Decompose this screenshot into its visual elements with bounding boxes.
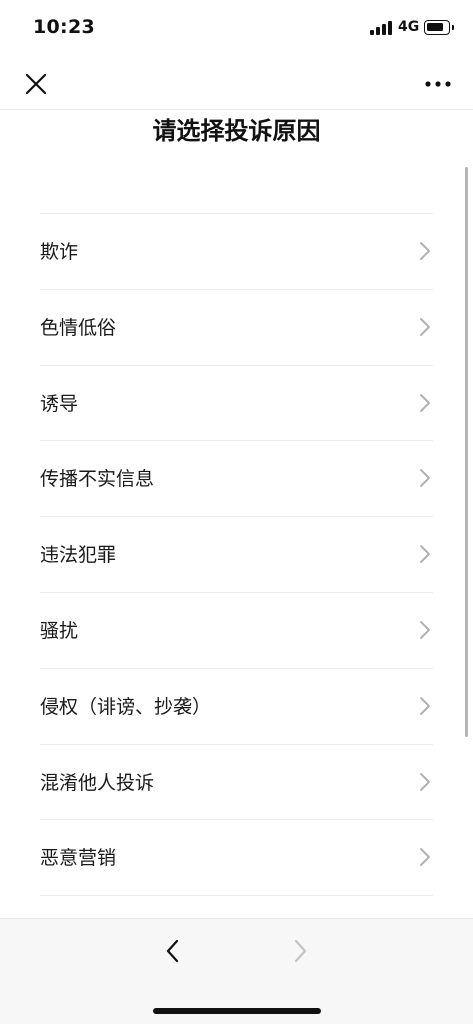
reason-label: 混淆他人投诉	[40, 771, 155, 794]
forward-button[interactable]	[283, 933, 317, 969]
reason-label: 欺诈	[40, 241, 79, 263]
chevron-right-icon	[420, 317, 430, 336]
more-icon	[425, 81, 451, 87]
reason-label: 违法犯罪	[40, 544, 117, 567]
close-icon	[25, 73, 47, 95]
reason-label: 侵权（诽谤、抄袭）	[40, 695, 212, 718]
reason-item-impersonation[interactable]: 混淆他人投诉	[40, 745, 433, 821]
back-button[interactable]	[156, 933, 190, 969]
chevron-right-icon	[420, 393, 430, 412]
reason-item-misinformation[interactable]: 传播不实信息	[40, 441, 433, 518]
reason-item-illegal[interactable]: 违法犯罪	[40, 517, 433, 593]
reason-label: 色情低俗	[40, 316, 117, 339]
page-title: 请选择投诉原因	[152, 117, 321, 145]
battery-level	[427, 23, 443, 31]
scrollbar[interactable]	[465, 167, 468, 737]
status-bar: 10:23 4G	[0, 0, 473, 58]
chevron-right-icon	[420, 848, 430, 867]
close-button[interactable]	[20, 68, 52, 100]
chevron-right-icon	[420, 696, 430, 715]
reason-item-vulgar[interactable]: 色情低俗	[40, 290, 433, 366]
reason-label: 传播不实信息	[40, 468, 155, 491]
complaint-content: 请选择投诉原因 欺诈 色情低俗 诱导 传播不实信息 违法犯罪 骚扰 侵权（诽谤、…	[0, 111, 473, 917]
chevron-right-icon	[420, 620, 430, 639]
chevron-right-icon	[420, 545, 430, 564]
status-time: 10:23	[33, 16, 95, 38]
reason-item-fraud[interactable]: 欺诈	[40, 214, 433, 290]
reason-item-infringement[interactable]: 侵权（诽谤、抄袭）	[40, 669, 433, 745]
home-indicator[interactable]	[153, 1008, 321, 1014]
bottom-toolbar	[0, 918, 473, 1024]
chevron-right-icon	[420, 469, 430, 488]
battery-cap	[452, 25, 454, 30]
chevron-right-icon	[294, 939, 307, 963]
reason-label: 诱导	[40, 392, 79, 415]
chevron-left-icon	[166, 939, 179, 963]
reason-list: 欺诈 色情低俗 诱导 传播不实信息 违法犯罪 骚扰 侵权（诽谤、抄袭） 混淆他人…	[40, 213, 433, 897]
more-button[interactable]	[420, 68, 456, 100]
reason-label: 骚扰	[40, 619, 79, 642]
nav-bar	[0, 58, 473, 110]
battery-icon	[424, 20, 450, 35]
chevron-right-icon	[420, 242, 430, 260]
chevron-right-icon	[420, 772, 430, 791]
network-type: 4G	[398, 19, 420, 35]
reason-item-inducement[interactable]: 诱导	[40, 366, 433, 442]
reason-item-malicious-marketing[interactable]: 恶意营销	[40, 820, 433, 897]
reason-item-harassment[interactable]: 骚扰	[40, 593, 433, 669]
reason-label: 恶意营销	[40, 847, 117, 870]
signal-icon	[370, 21, 394, 35]
